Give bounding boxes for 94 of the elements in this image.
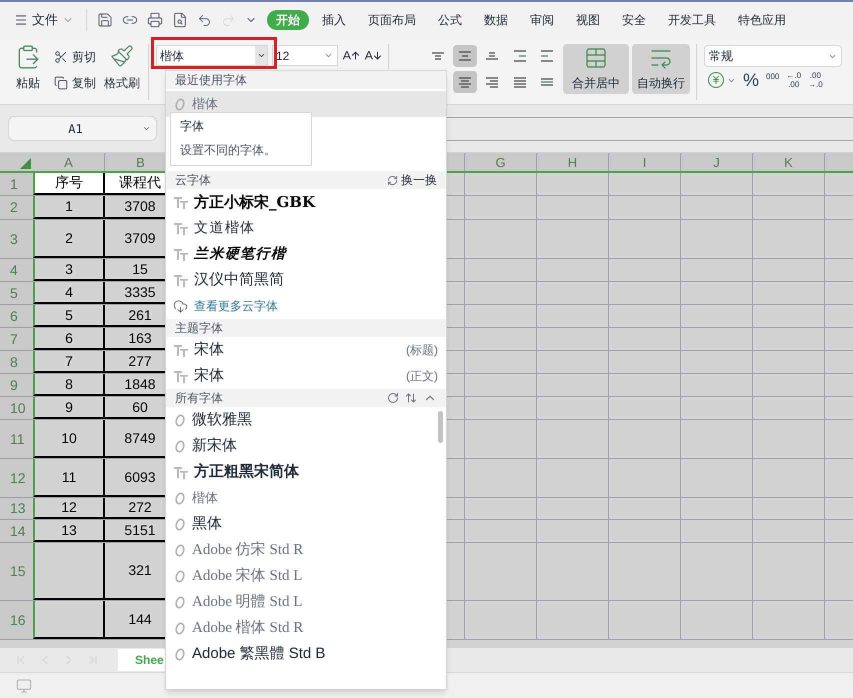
paste-button[interactable]: 粘贴	[6, 44, 50, 92]
ribbon-tab[interactable]: 开发工具	[659, 10, 725, 30]
font-name-field[interactable]: 楷体	[156, 45, 268, 66]
font-outline-icon	[174, 622, 186, 634]
tooltip-text: 设置不同的字体。	[180, 142, 277, 159]
font-outline-icon	[174, 648, 186, 660]
align-justify-icon	[514, 76, 526, 88]
ribbon-tab[interactable]: 数据	[475, 10, 517, 30]
table-cell: 9	[33, 397, 105, 419]
font-icon	[174, 222, 188, 234]
reload-icon[interactable]	[387, 392, 399, 404]
ribbon-tab[interactable]: 公式	[429, 10, 471, 30]
printer-icon[interactable]	[147, 12, 163, 28]
ribbon-tab[interactable]: 页面布局	[359, 10, 425, 30]
decrease-decimal-button[interactable]: .00 →.0	[808, 71, 823, 89]
thousands-button[interactable]: 000	[766, 73, 780, 81]
align-middle-icon	[459, 51, 472, 61]
table-cell: 3	[33, 259, 105, 281]
section-header: 云字体 换一换	[166, 171, 446, 189]
refresh-button[interactable]: 换一换	[387, 171, 437, 189]
font-icon	[174, 466, 188, 478]
dropdown-icon	[324, 51, 333, 60]
font-icon	[174, 248, 188, 260]
font-outline-icon	[174, 544, 186, 556]
table-cell: 序号	[33, 173, 105, 195]
indent-decrease-icon	[514, 50, 526, 62]
table-cell: 1	[33, 196, 105, 219]
section-header: 最近使用字体	[166, 71, 446, 89]
font-outline-icon	[174, 492, 186, 504]
increase-decimal-button[interactable]: ←.0 .00	[786, 71, 802, 89]
align-button[interactable]	[453, 71, 478, 93]
ribbon-tab[interactable]: 特色应用	[729, 10, 795, 30]
save-icon[interactable]	[97, 12, 113, 28]
print-preview-icon[interactable]	[172, 12, 188, 28]
font-outline-icon	[174, 570, 186, 582]
merge-cells-icon	[584, 46, 608, 70]
table-cell: 8	[33, 374, 105, 396]
font-icon	[174, 370, 188, 382]
ribbon-tab[interactable]: 安全	[613, 10, 655, 30]
cut-button[interactable]: 剪切	[54, 48, 96, 66]
align-center-icon	[459, 76, 472, 88]
merge-center-button[interactable]: 合并居中	[563, 44, 629, 94]
menu-icon	[14, 13, 28, 27]
table-cell: 6	[33, 328, 105, 350]
font-icon	[174, 274, 188, 286]
copy-button[interactable]: 复制	[54, 74, 96, 92]
section-header: 主题字体	[166, 319, 446, 337]
currency-icon[interactable]	[708, 72, 724, 88]
font-item[interactable]: 楷体	[166, 91, 446, 117]
percent-button[interactable]: %	[743, 71, 760, 89]
section-header: 所有字体	[166, 389, 446, 407]
font-icon	[174, 196, 188, 208]
cloud-icon	[173, 298, 188, 314]
undo-icon[interactable]	[197, 12, 212, 28]
font-outline-icon	[174, 518, 186, 530]
align-right-icon	[486, 76, 498, 88]
scissors-icon	[54, 50, 68, 64]
sort-icon[interactable]	[405, 392, 417, 404]
table-cell: 7	[33, 351, 105, 373]
font-outline-icon	[174, 596, 186, 608]
format-painter-button[interactable]: 格式刷	[104, 44, 140, 92]
distributed-icon	[540, 78, 553, 86]
font-role: (正文)	[406, 368, 438, 385]
scrollbar-thumb[interactable]	[438, 411, 443, 443]
dropdown-icon	[142, 124, 151, 133]
font-size-field[interactable]: 12	[272, 45, 338, 66]
table-cell: 10	[33, 420, 105, 458]
copy-icon	[54, 76, 68, 90]
table-cell: 4	[33, 282, 105, 304]
font-icon	[174, 344, 188, 356]
refresh-icon	[387, 174, 398, 186]
table-cell: 11	[33, 459, 105, 497]
font-outline-icon	[174, 440, 186, 452]
table-cell: 2	[33, 220, 105, 258]
align-top-icon	[432, 52, 444, 60]
font-role: (标题)	[406, 342, 438, 359]
ribbon-tab[interactable]: 插入	[313, 10, 355, 30]
dropdown-icon	[256, 51, 266, 60]
align-button[interactable]	[453, 45, 478, 67]
file-menu[interactable]: 文件	[0, 10, 82, 30]
wrap-text-button[interactable]: 自动换行	[632, 44, 690, 94]
ribbon-tab[interactable]: 视图	[567, 10, 609, 30]
table-cell: 12	[33, 498, 105, 519]
paintbrush-icon	[110, 44, 134, 68]
tooltip-title: 字体	[180, 118, 205, 135]
ribbon-tab[interactable]: 审阅	[521, 10, 563, 30]
font-outline-icon	[174, 98, 186, 110]
table-cell: 13	[33, 520, 105, 542]
indent-increase-icon	[540, 50, 553, 62]
align-bottom-icon	[486, 52, 498, 60]
table-cell: 5	[33, 305, 105, 327]
font-outline-icon	[174, 414, 186, 426]
number-format-field[interactable]: 常规	[704, 45, 842, 67]
name-box[interactable]: A1	[8, 116, 157, 141]
